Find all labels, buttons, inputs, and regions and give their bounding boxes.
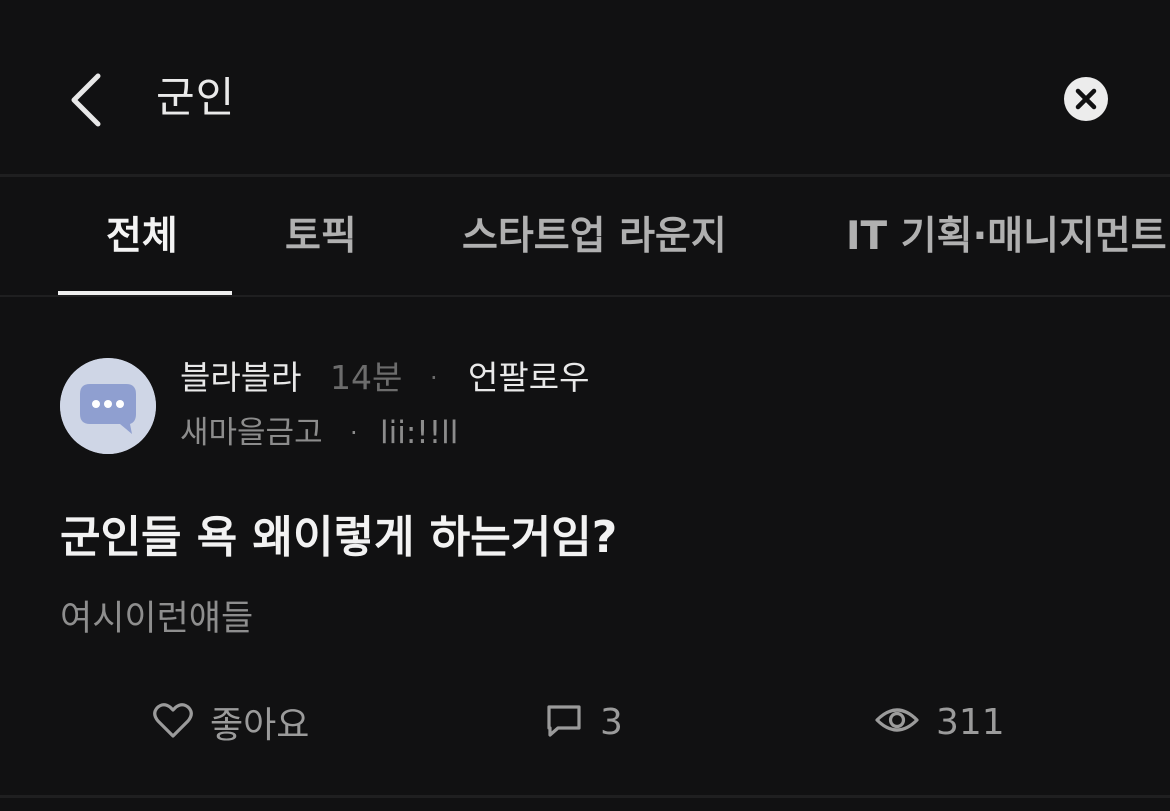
like-label: 좋아요 <box>210 705 310 746</box>
unfollow-button[interactable]: 언팔로우 <box>468 356 589 400</box>
chat-bubble-icon <box>60 358 156 454</box>
search-results-screen: 군인 전체 토픽 스타트업 라운지 IT 기획·매니지먼트 블라블라 14분 ·… <box>0 0 1170 811</box>
view-count: 311 <box>874 696 1005 748</box>
tab-all[interactable]: 전체 <box>106 213 178 261</box>
post-divider <box>0 795 1170 798</box>
tab-startup-lounge[interactable]: 스타트업 라운지 <box>462 213 727 261</box>
chevron-left-icon[interactable] <box>60 64 116 136</box>
close-circle-icon[interactable] <box>1064 77 1108 121</box>
tab-topic[interactable]: 토픽 <box>285 213 357 261</box>
post-time: 14분 <box>330 358 403 397</box>
view-count-value: 311 <box>936 701 1005 743</box>
comment-button[interactable]: 3 <box>544 696 623 748</box>
eye-icon <box>874 702 920 742</box>
comment-count: 3 <box>600 701 623 743</box>
separator-dot: · <box>430 364 438 392</box>
like-button[interactable]: 좋아요 <box>152 696 309 748</box>
heart-icon <box>152 700 194 744</box>
author-company-line: 새마을금고 · lii:!!ll <box>180 412 458 454</box>
meta-tag: lii:!!ll <box>380 415 459 451</box>
tab-it-planning-management[interactable]: IT 기획·매니지먼트 <box>846 213 1167 261</box>
post-title[interactable]: 군인들 욕 왜이렇게 하는거임? <box>60 508 617 568</box>
meta-separator-dot: · <box>350 419 358 447</box>
comment-icon <box>544 700 584 744</box>
category-tabs: 전체 토픽 스타트업 라운지 IT 기획·매니지먼트 <box>0 177 1170 295</box>
author-name[interactable]: 블라블라 <box>180 358 301 397</box>
tabs-divider <box>0 295 1170 297</box>
post-body[interactable]: 여시이런얘들 <box>60 596 253 642</box>
search-header: 군인 <box>0 0 1170 174</box>
search-query-text[interactable]: 군인 <box>156 70 235 126</box>
post-author-line: 블라블라 14분 · 언팔로우 <box>180 356 589 400</box>
author-company: 새마을금고 <box>180 415 323 451</box>
